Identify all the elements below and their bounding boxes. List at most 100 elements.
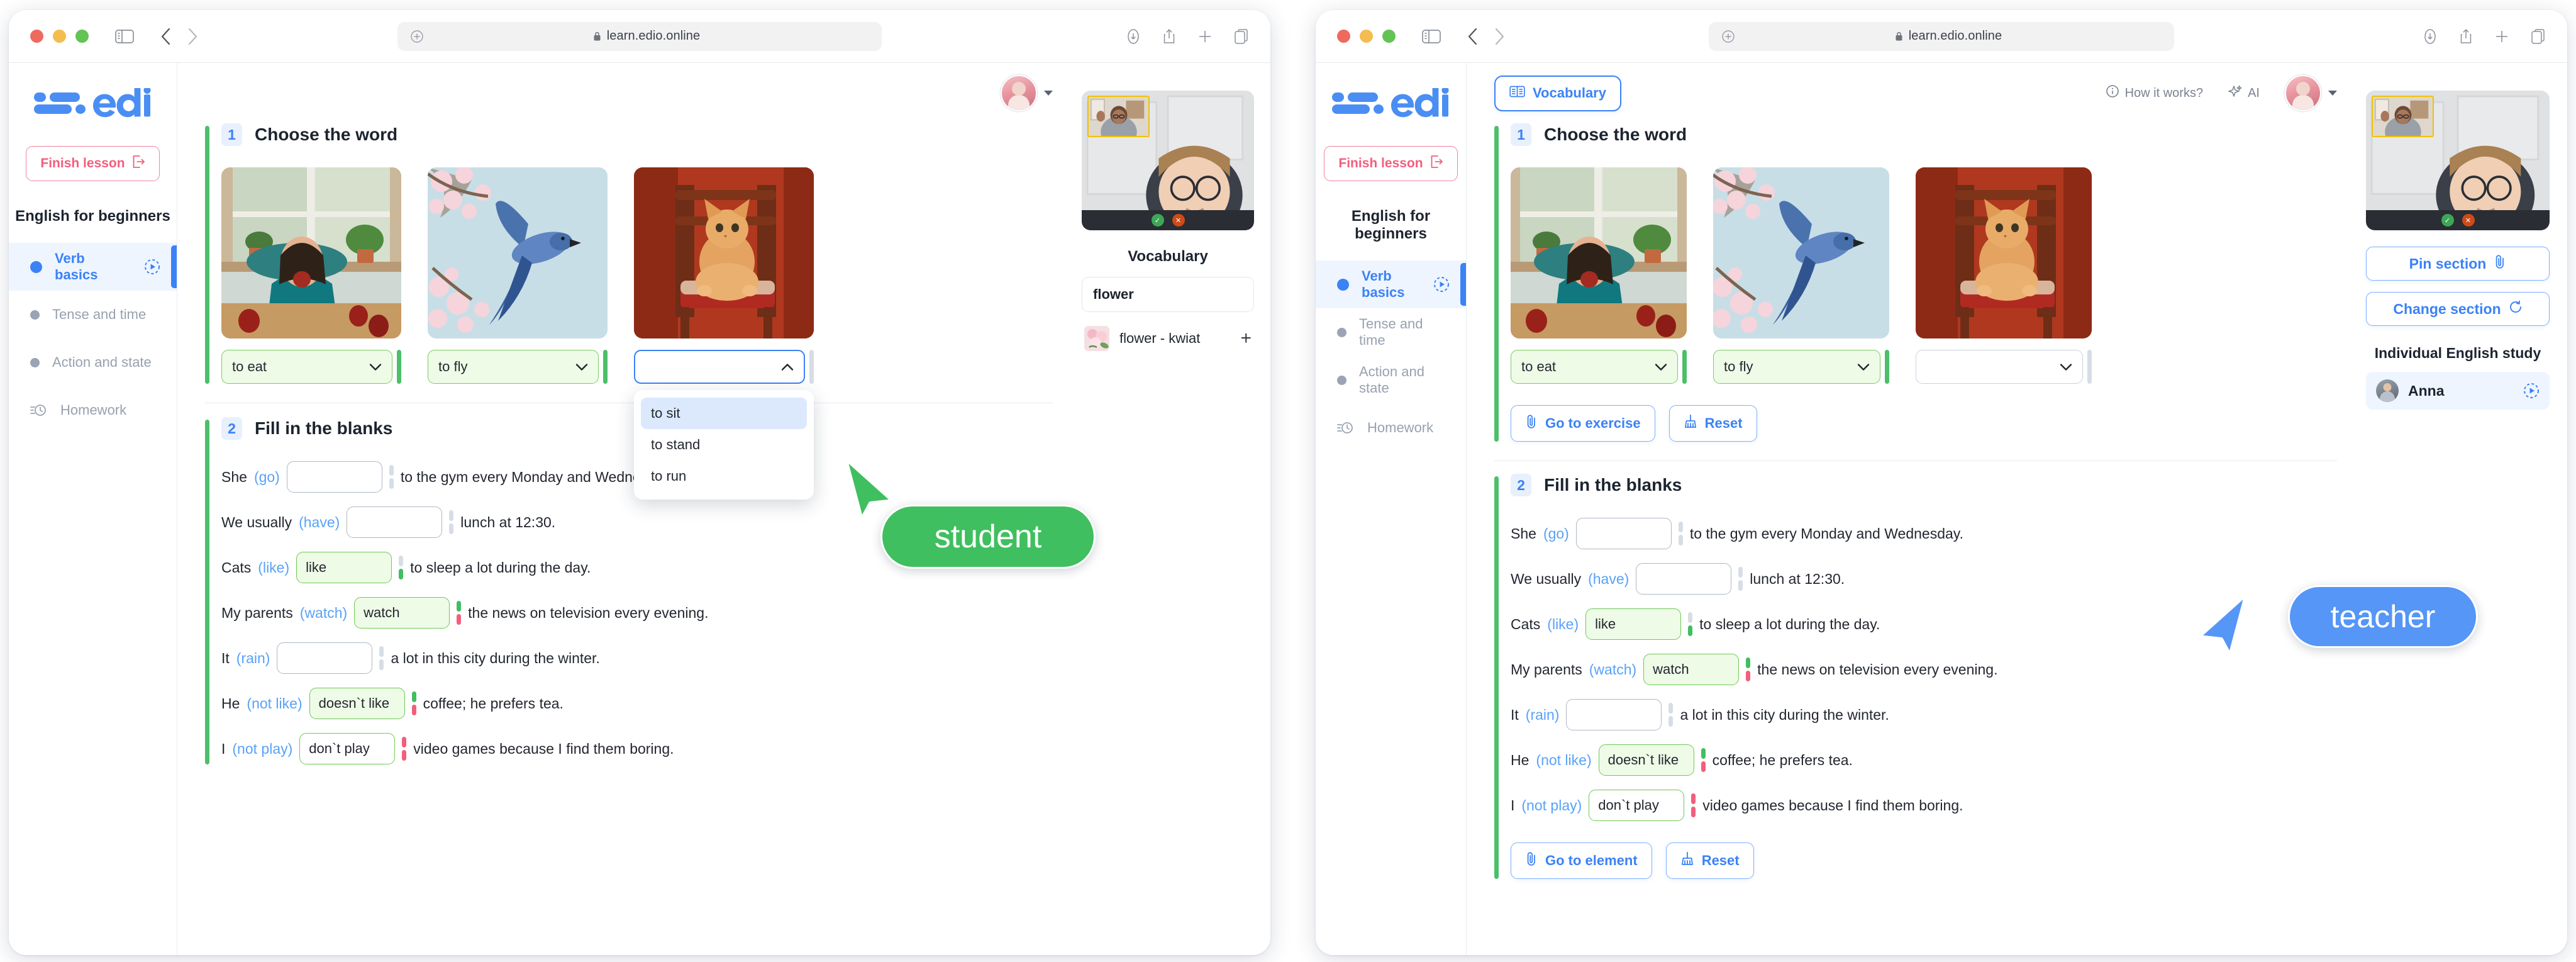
- change-section-button[interactable]: Change section: [2366, 292, 2550, 326]
- blank-input[interactable]: [277, 642, 373, 674]
- close-window-button[interactable]: [1337, 30, 1350, 43]
- how-it-works-link[interactable]: How it works?: [2106, 84, 2203, 102]
- reset-element-button[interactable]: Reset: [1665, 842, 1754, 879]
- url-bar[interactable]: learn.edio.online: [1709, 21, 2174, 51]
- word-select-1[interactable]: to eat: [1511, 350, 1678, 384]
- minimize-window-button[interactable]: [1360, 30, 1373, 43]
- edio-logo[interactable]: [9, 88, 177, 122]
- sidebar-item-action-and-state[interactable]: Action and state: [9, 338, 177, 386]
- blank-input[interactable]: [347, 506, 443, 538]
- page-settings-icon[interactable]: [410, 30, 424, 43]
- sentence-after: lunch at 12:30.: [460, 513, 556, 530]
- sidebar-toggle-icon[interactable]: [1422, 29, 1441, 44]
- teacher-account-menu[interactable]: [2285, 75, 2337, 111]
- choice-card-list: to eat: [221, 167, 1053, 500]
- blank-input[interactable]: don`t play: [1589, 790, 1685, 821]
- blank-input[interactable]: [286, 461, 382, 493]
- plus-icon[interactable]: [2494, 29, 2509, 44]
- ai-button[interactable]: AI: [2228, 84, 2260, 102]
- dropdown-option[interactable]: to run: [641, 461, 807, 492]
- sentence-before: He: [221, 695, 240, 712]
- window-traffic-lights[interactable]: [30, 30, 89, 43]
- sidebar-item-action-and-state[interactable]: Action and state: [1316, 356, 1466, 404]
- choice-card-list: to eat: [1511, 167, 2337, 384]
- blank-input[interactable]: watch: [354, 597, 450, 629]
- word-select-2[interactable]: to fly: [428, 350, 599, 384]
- tabs-icon[interactable]: [1234, 28, 1249, 45]
- maximize-window-button[interactable]: [1382, 30, 1396, 43]
- play-progress-icon[interactable]: [144, 259, 160, 275]
- go-to-element-button[interactable]: Go to element: [1511, 842, 1652, 879]
- sidebar-item-verb-basics[interactable]: Verb basics: [9, 243, 177, 291]
- dropdown-option[interactable]: to stand: [641, 429, 807, 461]
- blank-input[interactable]: [1636, 563, 1732, 595]
- answer-status-marker: [449, 509, 454, 535]
- answer-status-marker: [809, 350, 814, 384]
- student-account-menu[interactable]: [1001, 75, 1053, 111]
- page-settings-icon[interactable]: [1721, 30, 1735, 43]
- window-traffic-lights[interactable]: [1337, 30, 1396, 43]
- pin-section-button[interactable]: Pin section: [2366, 247, 2550, 281]
- word-select-1[interactable]: to eat: [221, 350, 392, 384]
- edio-logo[interactable]: [1316, 88, 1466, 122]
- sidebar-toggle-icon[interactable]: [115, 29, 134, 44]
- vocabulary-button[interactable]: Vocabulary: [1494, 75, 1621, 111]
- play-progress-icon[interactable]: [2523, 383, 2540, 399]
- blank-input[interactable]: like: [1585, 608, 1682, 640]
- url-bar[interactable]: learn.edio.online: [397, 21, 882, 51]
- finish-lesson-button[interactable]: Finish lesson: [1324, 146, 1458, 181]
- word-select-3[interactable]: [634, 350, 805, 384]
- chevron-left-icon[interactable]: [160, 28, 171, 45]
- maximize-window-button[interactable]: [75, 30, 89, 43]
- blank-input[interactable]: like: [296, 552, 392, 583]
- plus-icon[interactable]: [1197, 29, 1213, 44]
- student-sidebar: Finish lesson English for beginners Verb…: [9, 63, 177, 955]
- chevron-left-icon[interactable]: [1467, 28, 1478, 45]
- minimize-window-button[interactable]: [53, 30, 66, 43]
- choice-card: to fly: [1713, 167, 1889, 384]
- play-progress-icon[interactable]: [1433, 276, 1450, 293]
- blank-input[interactable]: don`t play: [299, 733, 396, 764]
- word-select-3-dropdown[interactable]: to sit to stand to run: [634, 390, 814, 500]
- word-select-2[interactable]: to fly: [1713, 350, 1880, 384]
- end-call-button[interactable]: ✕: [1172, 214, 1185, 227]
- sidebar-item-label: Homework: [60, 402, 127, 418]
- dropdown-option[interactable]: to sit: [641, 398, 807, 429]
- blank-input[interactable]: doesn`t like: [1598, 744, 1694, 776]
- sentence-after: coffee; he prefers tea.: [1712, 751, 1853, 768]
- download-icon[interactable]: [2423, 28, 2438, 45]
- sentence-after: coffee; he prefers tea.: [423, 695, 564, 712]
- vocabulary-search-input[interactable]: flower: [1082, 277, 1254, 312]
- teacher-content-scroll[interactable]: 1 Choose the word to eat to fly Go to ex…: [1467, 123, 2366, 955]
- go-to-exercise-button[interactable]: Go to exercise: [1511, 405, 1655, 442]
- finish-lesson-button[interactable]: Finish lesson: [26, 146, 160, 181]
- reset-exercise-button[interactable]: Reset: [1668, 405, 1757, 442]
- close-window-button[interactable]: [30, 30, 43, 43]
- tabs-icon[interactable]: [2531, 28, 2546, 45]
- blank-row: He (not like) doesn`t like coffee; he pr…: [1511, 744, 2337, 776]
- self-view-thumbnail[interactable]: [1087, 96, 1150, 137]
- sidebar-item-tense-and-time[interactable]: Tense and time: [1316, 308, 1466, 356]
- sentence-before: She: [221, 468, 247, 485]
- accept-call-button[interactable]: ✓: [2441, 214, 2454, 227]
- chevron-right-icon[interactable]: [187, 28, 198, 45]
- sidebar-item-homework[interactable]: Homework: [9, 386, 177, 434]
- book-icon: [1509, 85, 1525, 102]
- end-call-button[interactable]: ✕: [2462, 214, 2475, 227]
- share-icon[interactable]: [2459, 28, 2473, 45]
- blank-input[interactable]: doesn`t like: [309, 688, 405, 719]
- self-view-thumbnail[interactable]: [2372, 96, 2434, 137]
- sidebar-item-verb-basics[interactable]: Verb basics: [1316, 260, 1466, 308]
- word-select-3[interactable]: [1916, 350, 2083, 384]
- blank-input[interactable]: [1566, 699, 1662, 730]
- accept-call-button[interactable]: ✓: [1151, 214, 1164, 227]
- blank-input[interactable]: [1575, 518, 1672, 549]
- sidebar-item-homework[interactable]: Homework: [1316, 404, 1466, 452]
- share-icon[interactable]: [1162, 28, 1176, 45]
- student-list-item[interactable]: Anna: [2366, 372, 2550, 410]
- download-icon[interactable]: [1126, 28, 1141, 45]
- plus-icon[interactable]: +: [1240, 329, 1252, 348]
- blank-input[interactable]: watch: [1643, 654, 1740, 685]
- chevron-right-icon[interactable]: [1494, 28, 1505, 45]
- sidebar-item-tense-and-time[interactable]: Tense and time: [9, 291, 177, 338]
